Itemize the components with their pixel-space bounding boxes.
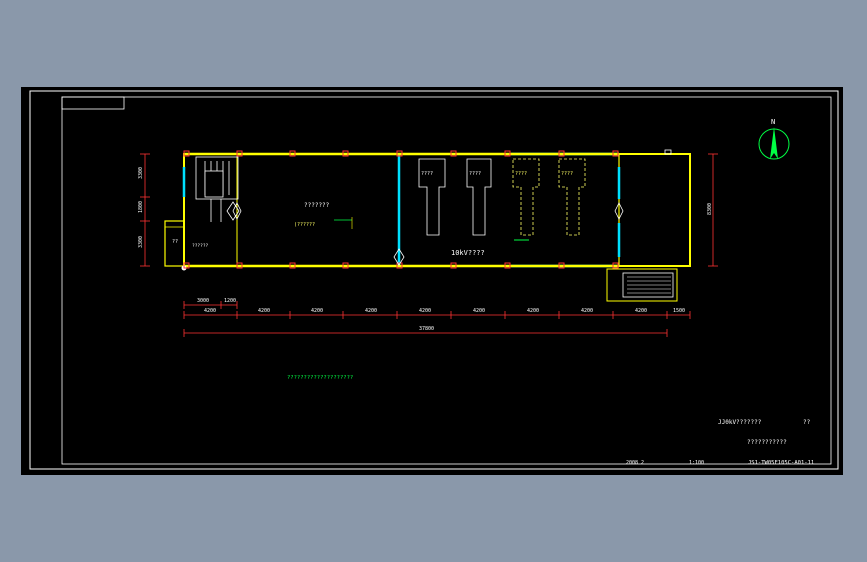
north-arrow-icon: N	[758, 118, 790, 160]
main-dim: 4200	[365, 308, 377, 314]
cabinet-label: ????	[469, 171, 481, 177]
main-dim: 1500	[673, 308, 685, 314]
title-line2: ???????????	[747, 439, 787, 446]
room-label: ???????	[304, 202, 330, 209]
top-dim-2: 1200	[224, 298, 236, 304]
title-block: JJ0kV??????? ?? ??????????? 2008 2 1:100…	[626, 419, 814, 466]
stair-label: ??	[172, 239, 178, 245]
left-dim-3: 3300	[138, 236, 144, 248]
main-dim: 4200	[419, 308, 431, 314]
right-dim: 8300	[707, 203, 713, 215]
title-date: 2008 2	[626, 460, 644, 466]
sheet-tag-box	[61, 96, 125, 110]
main-dim: 4200	[473, 308, 485, 314]
column-markers	[183, 150, 619, 269]
drawing-canvas: N 3300 1800 3300 8300 3000 1200 4200 420…	[29, 90, 839, 470]
cabinet-label: ????	[515, 171, 527, 177]
cabinet-label: ????	[561, 171, 573, 177]
stair-code: ??????	[192, 243, 209, 249]
left-stair	[195, 156, 240, 222]
note-text: ????????????????????	[287, 375, 353, 381]
outer-frame	[29, 90, 839, 470]
main-dim: 4200	[204, 308, 216, 314]
right-stair	[606, 268, 678, 302]
title-line1-b: ??	[803, 419, 811, 426]
building-walls	[182, 149, 691, 268]
inner-frame	[61, 96, 832, 465]
main-dim: 4200	[527, 308, 539, 314]
left-dim-1: 3300	[138, 167, 144, 179]
left-dim-2: 1800	[138, 201, 144, 213]
top-dim-1: 3000	[197, 298, 209, 304]
north-label: N	[771, 118, 775, 126]
main-dim: 4200	[311, 308, 323, 314]
total-dimension: 37800	[419, 326, 434, 332]
main-dim: 4200	[635, 308, 647, 314]
door-markers	[232, 202, 624, 266]
main-dim: 4200	[581, 308, 593, 314]
cad-viewport[interactable]: N 3300 1800 3300 8300 3000 1200 4200 420…	[21, 87, 843, 475]
horizontal-dimension-lines	[183, 301, 691, 337]
main-dim: 4200	[258, 308, 270, 314]
cabinet-label: ????	[421, 171, 433, 177]
drawing-number: JS1-TW05F105C-A01-11	[748, 460, 814, 466]
room-sublabel: (??????	[294, 222, 315, 228]
hall-label: 10kV????	[451, 249, 485, 257]
title-scale: 1:100	[689, 460, 704, 466]
title-line1: JJ0kV???????	[718, 419, 762, 426]
